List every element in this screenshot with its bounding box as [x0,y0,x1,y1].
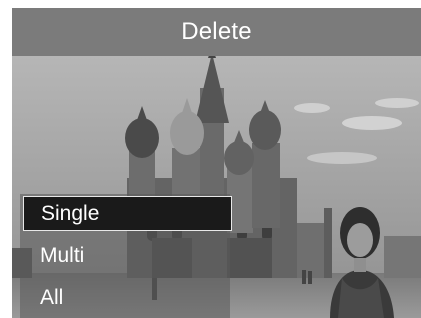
menu-item-single[interactable]: Single [23,196,232,231]
menu-item-label: Single [41,202,100,225]
page-title: Delete [181,18,252,45]
menu-item-all[interactable]: All [23,280,232,315]
menu-item-label: Multi [40,244,85,267]
camera-playback-screen: Delete Single Multi All [0,0,421,318]
delete-menu: Single Multi All [20,194,232,318]
menu-item-label: All [40,286,64,309]
menu-item-multi[interactable]: Multi [23,238,232,273]
title-bar: Delete [12,8,421,56]
